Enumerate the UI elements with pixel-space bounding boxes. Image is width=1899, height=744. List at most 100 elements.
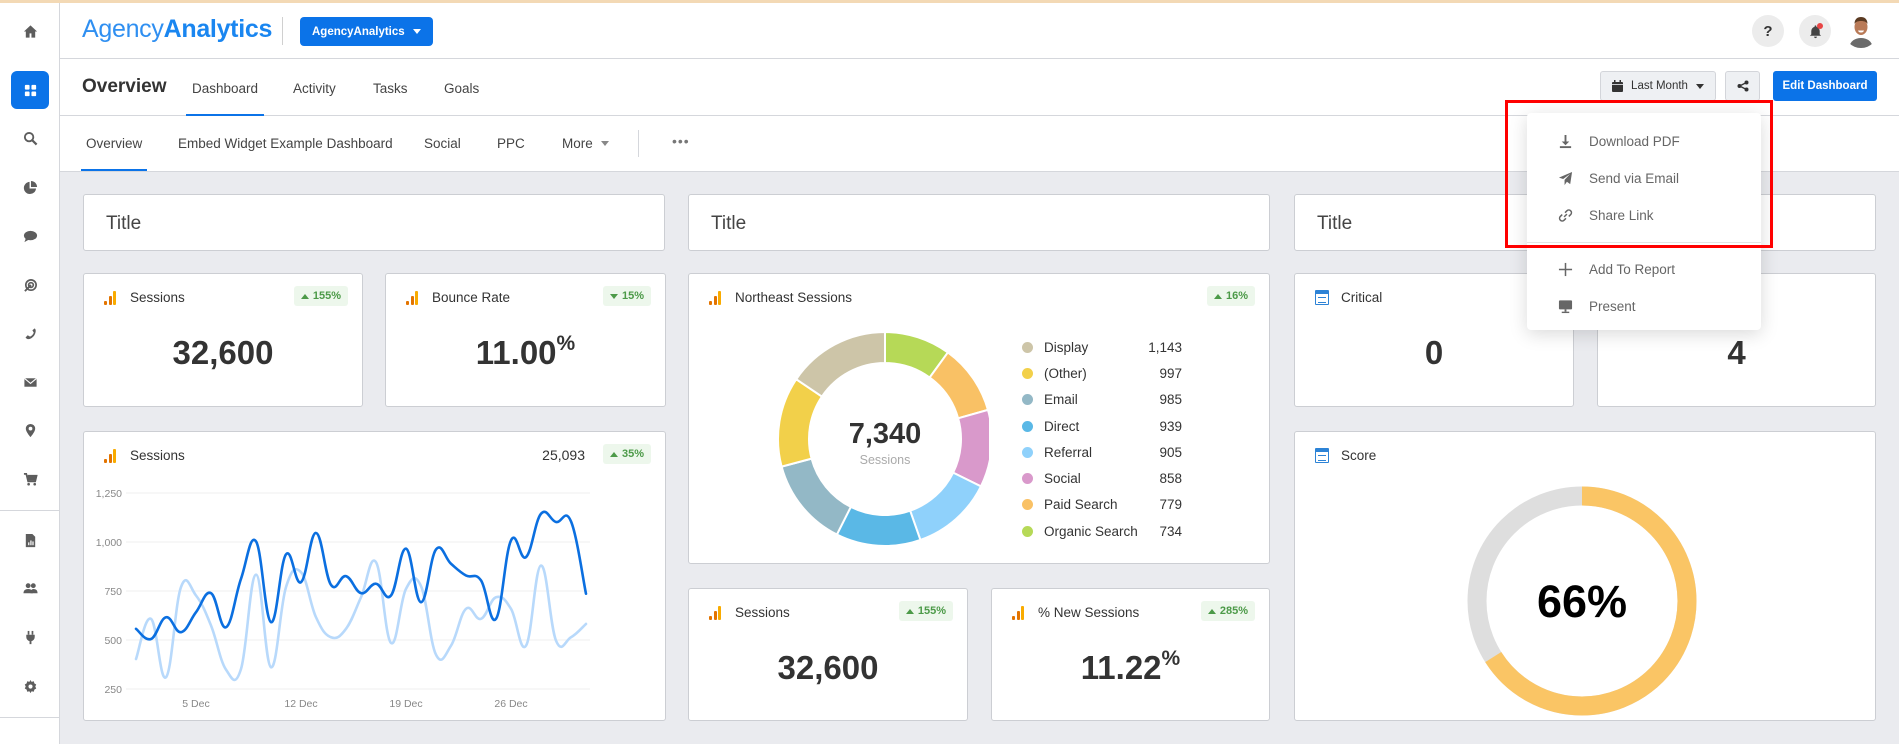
top-header: AgencyAnalytics AgencyAnalytics ? [60,0,1899,59]
logo-separator [282,17,283,45]
y-tick-label: 1,250 [96,488,122,500]
widget-header: Critical [1315,290,1382,305]
sidebar-item-users[interactable] [11,569,49,607]
sidebar-item-calls[interactable] [11,314,49,352]
y-tick-label: 750 [104,586,122,598]
account-switcher-button[interactable]: AgencyAnalytics [300,17,433,46]
legend-item[interactable]: Paid Search 779 [1022,492,1182,518]
google-analytics-icon [709,605,723,620]
date-range-label: Last Month [1631,80,1688,92]
legend-item[interactable]: Email 985 [1022,387,1182,413]
change-badge: 285% [1200,601,1255,621]
legend-label: Direct [1044,418,1080,434]
change-badge: 16% [1206,286,1255,306]
legend-swatch [1022,341,1033,353]
legend-item[interactable]: (Other) 997 [1022,360,1182,386]
legend-swatch [1022,499,1033,511]
tab-tasks[interactable]: Tasks [373,81,408,96]
menu-item-present[interactable]: Present [1527,288,1761,325]
legend-item[interactable]: Referral 905 [1022,439,1182,465]
sessions-line-chart-widget[interactable]: Sessions 25,093 35% 1,250 1,000 750 500 250 5… [83,431,666,721]
donut-chart: 7,340 Sessions [777,330,989,547]
user-avatar[interactable] [1844,14,1878,48]
score-widget[interactable]: Score 66% [1294,431,1876,721]
legend-item[interactable]: Organic Search 734 [1022,518,1182,544]
sidebar-item-integrations[interactable] [11,618,49,656]
kpi-value: 11.22% [1080,647,1181,686]
edit-dashboard-button[interactable]: Edit Dashboard [1773,71,1877,101]
new-sessions-kpi-widget[interactable]: % New Sessions 285% 11.22% [991,588,1270,721]
bounce-rate-kpi-widget[interactable]: Bounce Rate 15% 11.00% [385,273,666,407]
map-pin-icon [25,423,35,437]
tab-goals[interactable]: Goals [444,81,479,96]
y-tick-label: 500 [104,635,122,647]
legend-item[interactable]: Display 1,143 [1022,334,1182,360]
legend-item[interactable]: Social 858 [1022,465,1182,491]
website-audit-icon [1315,290,1329,305]
menu-item-share-link[interactable]: Share Link [1527,197,1761,234]
donut-slice-referral [908,471,983,542]
menu-item-add-to-report[interactable]: Add To Report [1527,251,1761,288]
share-button[interactable] [1725,71,1760,101]
sidebar-item-ecommerce[interactable] [11,460,49,498]
donut-slice-email [780,457,853,536]
sidebar-item-search[interactable] [11,119,49,157]
legend-label: Paid Search [1044,497,1118,513]
x-tick-label: 19 Dec [389,698,422,710]
widget-header: Sessions [709,605,790,620]
widget-title: % New Sessions [1038,605,1140,620]
sidebar-item-home[interactable] [11,12,49,50]
legend-label: Social [1044,471,1081,487]
tab-dashboard[interactable]: Dashboard [185,81,265,116]
search-icon [23,131,37,145]
grid-icon [24,84,36,96]
notifications-button[interactable] [1799,15,1831,47]
subnav-separator [638,130,639,157]
legend-item[interactable]: Direct 939 [1022,413,1182,439]
help-button[interactable]: ? [1752,15,1784,47]
sessions-kpi-widget[interactable]: Sessions 155% 32,600 [688,588,968,721]
y-tick-label: 250 [104,684,122,696]
sidebar-item-location[interactable] [11,411,49,449]
menu-item-download-pdf[interactable]: Download PDF [1527,123,1761,160]
kpi-value: 32,600 [777,649,879,686]
arrow-up-icon [300,293,309,299]
legend-label: Email [1044,392,1078,408]
kpi-value: 11.00% [475,332,576,371]
legend-label: Referral [1044,444,1093,460]
subtab-overview[interactable]: Overview [80,136,148,171]
google-analytics-icon [406,290,420,305]
sidebar-item-dashboard[interactable] [11,71,49,109]
subtab-more[interactable]: More [562,136,609,151]
donut-slice-direct [835,505,922,547]
legend-value: 905 [1159,444,1182,460]
sidebar-item-chat[interactable] [11,217,49,255]
subtab-ppc[interactable]: PPC [497,136,525,151]
line-chart: 1,250 1,000 750 500 250 5 Dec 12 Dec 19 Dec 26 D… [96,488,590,710]
donut-center-value: 7,340 [849,418,922,450]
sidebar-item-seo[interactable] [11,266,49,304]
chevron-down-icon [412,29,421,34]
title-widget[interactable]: Title [83,194,665,251]
link-icon [1558,209,1572,222]
logo[interactable]: AgencyAnalytics [82,15,272,44]
sidebar-item-settings[interactable] [11,667,49,705]
sidebar-item-reports[interactable] [11,168,49,206]
subtab-social[interactable]: Social [424,136,461,151]
more-options-icon[interactable]: ••• [672,133,690,149]
legend-value: 1,143 [1148,339,1182,355]
northeast-sessions-widget[interactable]: Northeast Sessions 16% 7,340 Sessions Dis… [688,273,1270,564]
subtab-embed-widget-example[interactable]: Embed Widget Example Dashboard [178,136,393,151]
legend-swatch [1022,394,1033,406]
title-widget[interactable]: Title [688,194,1270,251]
legend-value: 734 [1159,523,1182,539]
menu-item-send-via-email[interactable]: Send via Email [1527,160,1761,197]
sidebar-item-email[interactable] [11,363,49,401]
date-range-dropdown[interactable]: Last Month [1600,71,1716,101]
tab-activity[interactable]: Activity [293,81,336,96]
sidebar-item-report-files[interactable] [11,521,49,559]
title-widget-text: Title [1317,213,1353,234]
sessions-kpi-widget[interactable]: Sessions 155% 32,600 [83,273,363,407]
legend-swatch [1022,525,1033,537]
kpi-value: 0 [1424,334,1444,371]
